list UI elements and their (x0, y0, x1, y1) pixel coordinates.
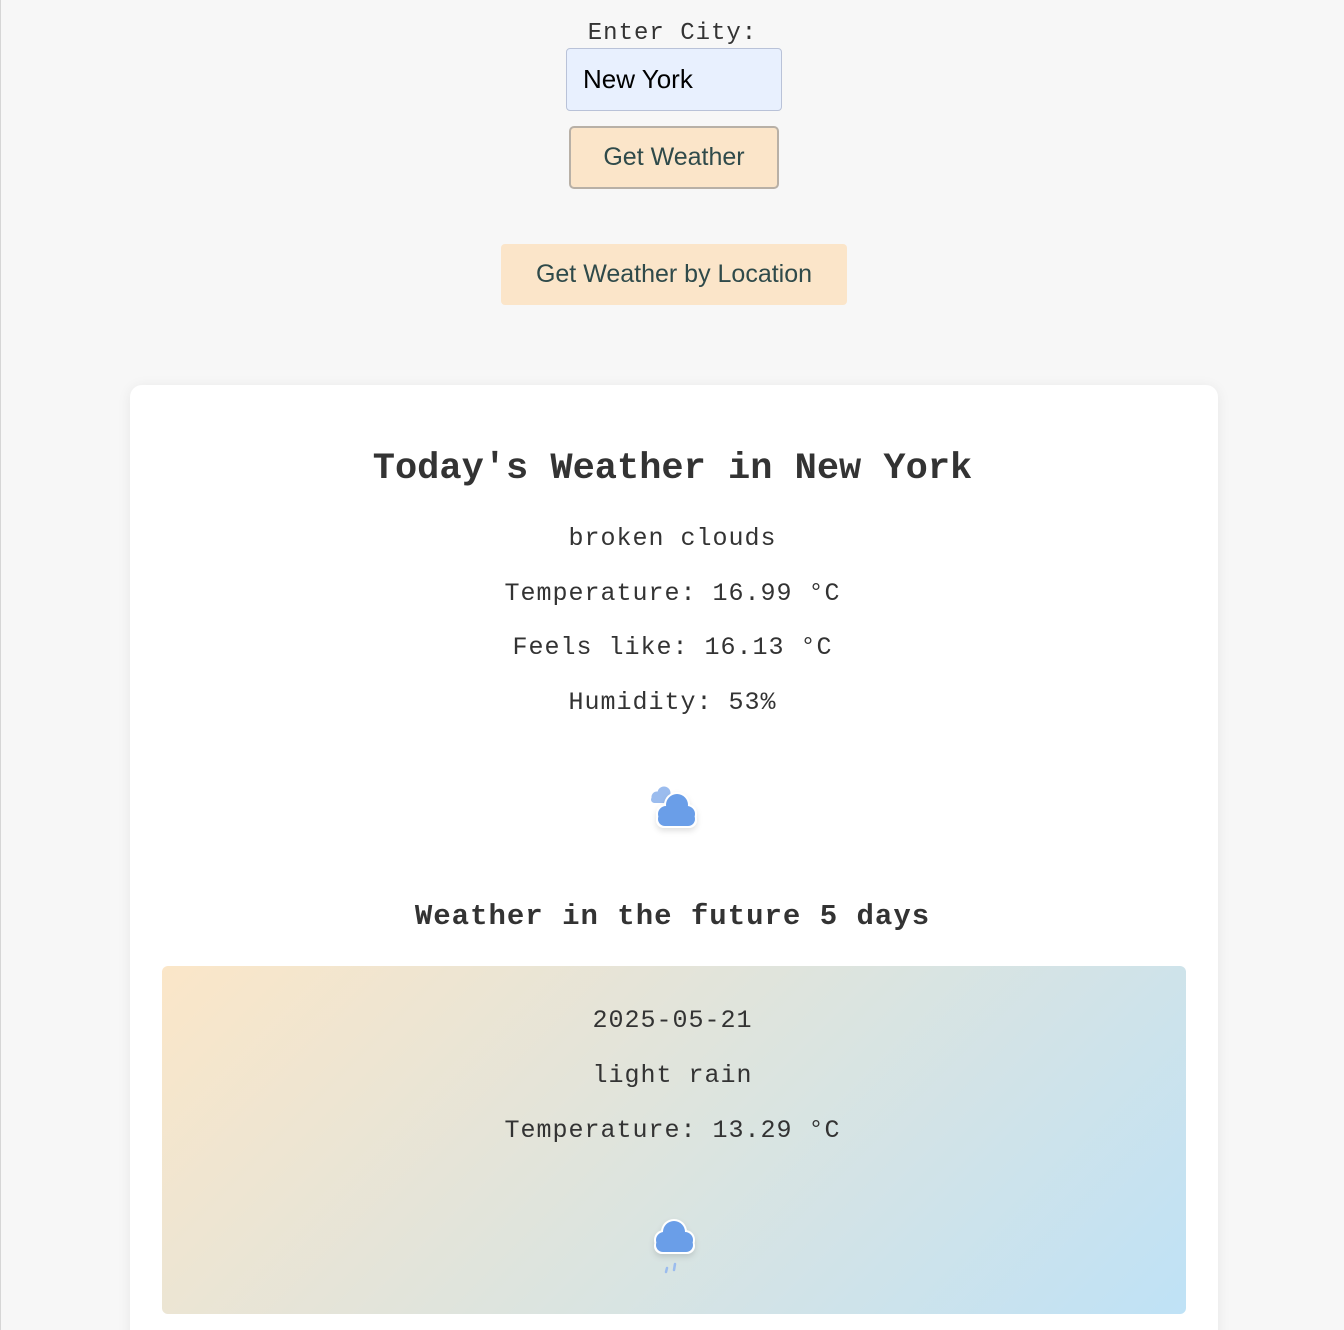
get-weather-button[interactable]: Get Weather (569, 126, 779, 189)
light-rain-icon (653, 1219, 695, 1274)
today-temperature: Temperature: 16.99 °C (504, 579, 841, 608)
forecast-temperature: Temperature: 13.29 °C (504, 1116, 841, 1145)
get-weather-by-location-button[interactable]: Get Weather by Location (501, 244, 847, 305)
forecast-title: Weather in the future 5 days (414, 900, 931, 933)
broken-clouds-icon (650, 786, 697, 828)
city-input[interactable] (566, 48, 782, 111)
forecast-description: light rain (592, 1061, 753, 1090)
today-humidity: Humidity: 53% (568, 688, 777, 717)
city-label: Enter City: (587, 20, 758, 47)
today-feels-like: Feels like: 16.13 °C (512, 633, 833, 662)
today-title: Today's Weather in New York (372, 448, 973, 490)
forecast-date: 2025-05-21 (592, 1006, 753, 1035)
today-description: broken clouds (568, 524, 777, 553)
